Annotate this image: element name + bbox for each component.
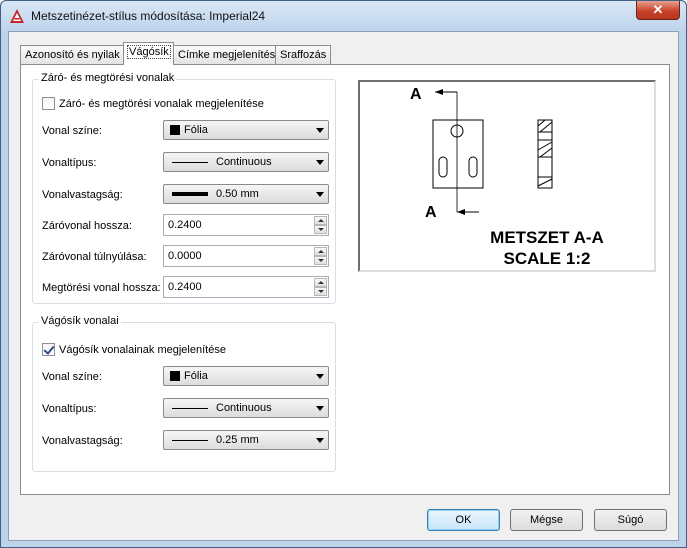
linetype-value: Continuous bbox=[216, 402, 272, 414]
end-bend-lines-group: Záró- és megtörési vonalak Záró- és megt… bbox=[32, 72, 336, 304]
lineweight-value: 0.25 mm bbox=[216, 434, 259, 446]
section-label-bottom: A bbox=[425, 204, 437, 221]
section-view bbox=[537, 119, 553, 189]
line-sample bbox=[172, 407, 208, 409]
lineweight-select[interactable]: 0.50 mm bbox=[163, 184, 329, 204]
spin-down-icon[interactable] bbox=[314, 287, 327, 296]
arrow-head-bottom bbox=[457, 209, 465, 215]
chevron-down-icon bbox=[316, 192, 324, 197]
chevron-down-icon bbox=[316, 374, 324, 379]
lineweight-value: 0.50 mm bbox=[216, 188, 259, 200]
line-sample bbox=[172, 439, 208, 441]
end-line-length-value: 0.2400 bbox=[168, 219, 202, 231]
group-title: Vágósík vonalai bbox=[39, 315, 121, 327]
line-sample bbox=[172, 161, 208, 163]
tab-label: Címke megjelenítése bbox=[178, 49, 282, 61]
end-line-length-label: Záróvonal hossza: bbox=[42, 220, 132, 232]
plane-lineweight-select[interactable]: 0.25 mm bbox=[163, 430, 329, 450]
chevron-down-icon bbox=[316, 406, 324, 411]
line-color-value: Fólia bbox=[184, 370, 208, 382]
tab-identifier-arrows[interactable]: Azonosító és nyilak bbox=[20, 45, 124, 64]
help-button[interactable]: Súgó bbox=[594, 509, 667, 531]
arrow-head-top bbox=[435, 89, 443, 95]
end-line-overshoot-input[interactable]: 0.0000 bbox=[163, 245, 329, 267]
spin-down-icon[interactable] bbox=[314, 225, 327, 234]
preview-caption-line1: METSZET A-A bbox=[490, 228, 604, 247]
show-end-bend-lines-row[interactable]: Záró- és megtörési vonalak megjelenítése bbox=[42, 96, 264, 111]
end-line-overshoot-value: 0.0000 bbox=[168, 250, 202, 262]
autocad-logo-icon bbox=[10, 9, 24, 23]
spin-down-icon[interactable] bbox=[314, 256, 327, 265]
tab-label: Sraffozás bbox=[280, 49, 327, 61]
cancel-button[interactable]: Mégse bbox=[510, 509, 583, 531]
line-color-label: Vonal színe: bbox=[42, 125, 102, 137]
tab-panel: Záró- és megtörési vonalak Záró- és megt… bbox=[20, 64, 670, 495]
chevron-down-icon bbox=[316, 128, 324, 133]
tab-label: Vágósík bbox=[127, 45, 171, 59]
group-title: Záró- és megtörési vonalak bbox=[39, 72, 177, 84]
bend-line-length-input[interactable]: 0.2400 bbox=[163, 276, 329, 298]
bend-line-length-value: 0.2400 bbox=[168, 281, 202, 293]
part-slot-left bbox=[438, 156, 448, 178]
preview-caption-line2: SCALE 1:2 bbox=[504, 249, 591, 268]
linetype-select[interactable]: Continuous bbox=[163, 152, 329, 172]
color-swatch bbox=[170, 371, 180, 381]
plane-linetype-select[interactable]: Continuous bbox=[163, 398, 329, 418]
tab-hatching[interactable]: Sraffozás bbox=[275, 45, 331, 64]
lineweight-label: Vonalvastagság: bbox=[42, 189, 123, 201]
line-color-label: Vonal színe: bbox=[42, 371, 102, 383]
color-swatch bbox=[170, 125, 180, 135]
dialog-window: Metszetinézet-stílus módosítása: Imperia… bbox=[0, 0, 687, 548]
part-slot-right bbox=[468, 156, 478, 178]
show-end-bend-lines-checkbox[interactable] bbox=[42, 97, 55, 110]
checkbox-label: Záró- és megtörési vonalak megjelenítése bbox=[59, 97, 264, 110]
tab-label: Azonosító és nyilak bbox=[25, 49, 120, 61]
close-button[interactable]: ✕ bbox=[636, 1, 680, 20]
linetype-label: Vonaltípus: bbox=[42, 157, 97, 169]
spin-up-icon[interactable] bbox=[314, 278, 327, 287]
spin-up-icon[interactable] bbox=[314, 216, 327, 225]
section-label-top: A bbox=[410, 86, 422, 103]
line-color-value: Fólia bbox=[184, 124, 208, 136]
chevron-down-icon bbox=[316, 160, 324, 165]
end-line-overshoot-label: Záróvonal túlnyúlása: bbox=[42, 251, 147, 263]
spin-up-icon[interactable] bbox=[314, 247, 327, 256]
window-title: Metszetinézet-stílus módosítása: Imperia… bbox=[31, 9, 266, 23]
bend-line-length-label: Megtörési vonal hossza: bbox=[42, 282, 161, 294]
plane-lines-group: Vágósík vonalai Vágósík vonalainak megje… bbox=[32, 315, 336, 472]
plane-line-color-select[interactable]: Fólia bbox=[163, 366, 329, 386]
lineweight-label: Vonalvastagság: bbox=[42, 435, 123, 447]
tab-cutting-plane[interactable]: Vágósík bbox=[123, 42, 174, 65]
checkbox-label: Vágósík vonalainak megjelenítése bbox=[59, 343, 226, 356]
part-outline bbox=[432, 119, 484, 189]
title-bar[interactable]: Metszetinézet-stílus módosítása: Imperia… bbox=[1, 1, 686, 31]
end-line-length-input[interactable]: 0.2400 bbox=[163, 214, 329, 236]
show-plane-lines-row[interactable]: Vágósík vonalainak megjelenítése bbox=[42, 342, 226, 357]
ok-button[interactable]: OK bbox=[427, 509, 500, 531]
show-plane-lines-checkbox[interactable] bbox=[42, 343, 55, 356]
linetype-label: Vonaltípus: bbox=[42, 403, 97, 415]
line-sample bbox=[172, 192, 208, 196]
line-color-select[interactable]: Fólia bbox=[163, 120, 329, 140]
tab-label-display[interactable]: Címke megjelenítése bbox=[173, 45, 281, 64]
section-preview: A A METSZET A-A SCALE 1:2 bbox=[358, 80, 656, 272]
dialog-body: Azonosító és nyilak Vágósík Címke megjel… bbox=[8, 31, 679, 541]
section-preview-drawing: A A METSZET A-A SCALE 1:2 bbox=[410, 86, 604, 268]
chevron-down-icon bbox=[316, 438, 324, 443]
linetype-value: Continuous bbox=[216, 156, 272, 168]
